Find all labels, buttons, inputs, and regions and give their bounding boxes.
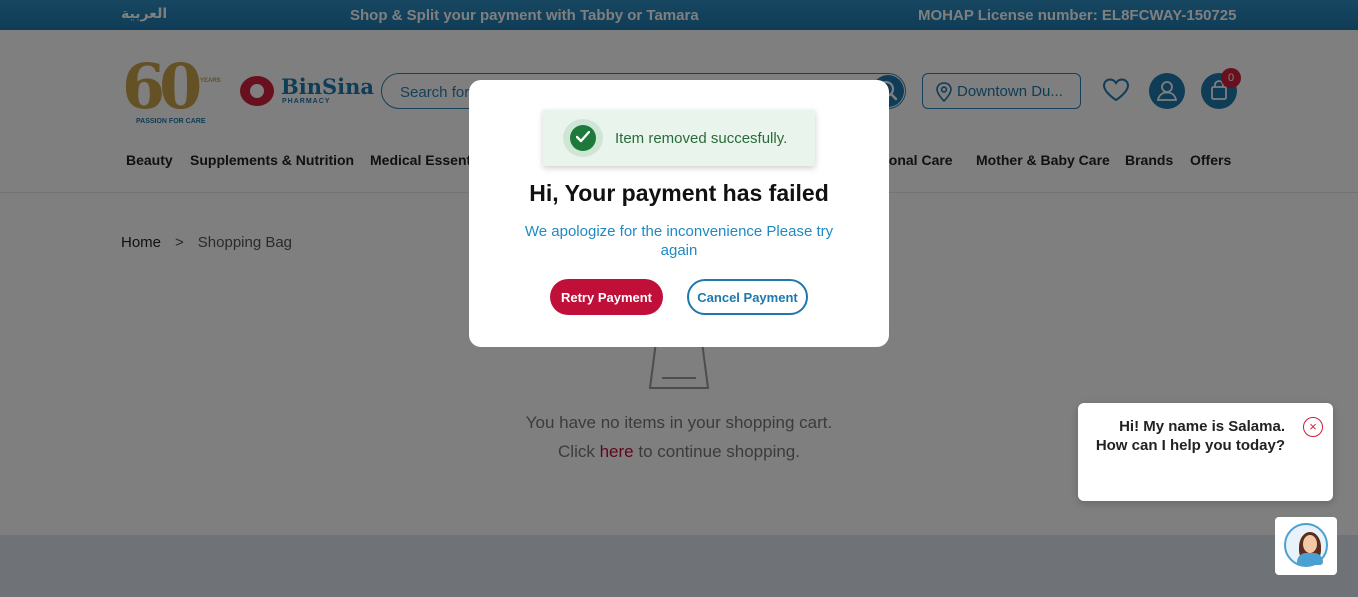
retry-payment-button[interactable]: Retry Payment xyxy=(550,279,663,315)
success-check-icon xyxy=(563,119,603,157)
avatar-face xyxy=(1303,535,1317,553)
chat-launcher[interactable] xyxy=(1275,517,1337,575)
chat-greeting-text: Hi! My name is Salama. How can I help yo… xyxy=(1095,418,1285,454)
modal-subtitle: We apologize for the inconvenience Pleas… xyxy=(524,223,834,259)
assistant-avatar-icon xyxy=(1284,523,1328,567)
cancel-payment-button[interactable]: Cancel Payment xyxy=(687,279,808,315)
chat-greeting-bubble[interactable]: Hi! My name is Salama. How can I help yo… xyxy=(1078,403,1333,501)
payment-failed-modal: Item removed succesfully. Hi, Your payme… xyxy=(469,80,889,347)
chat-close-icon[interactable]: × xyxy=(1303,417,1323,437)
success-toast: Item removed succesfully. xyxy=(543,110,815,166)
avatar-body xyxy=(1297,553,1323,565)
toast-message: Item removed succesfully. xyxy=(615,130,788,147)
modal-title: Hi, Your payment has failed xyxy=(529,180,829,206)
